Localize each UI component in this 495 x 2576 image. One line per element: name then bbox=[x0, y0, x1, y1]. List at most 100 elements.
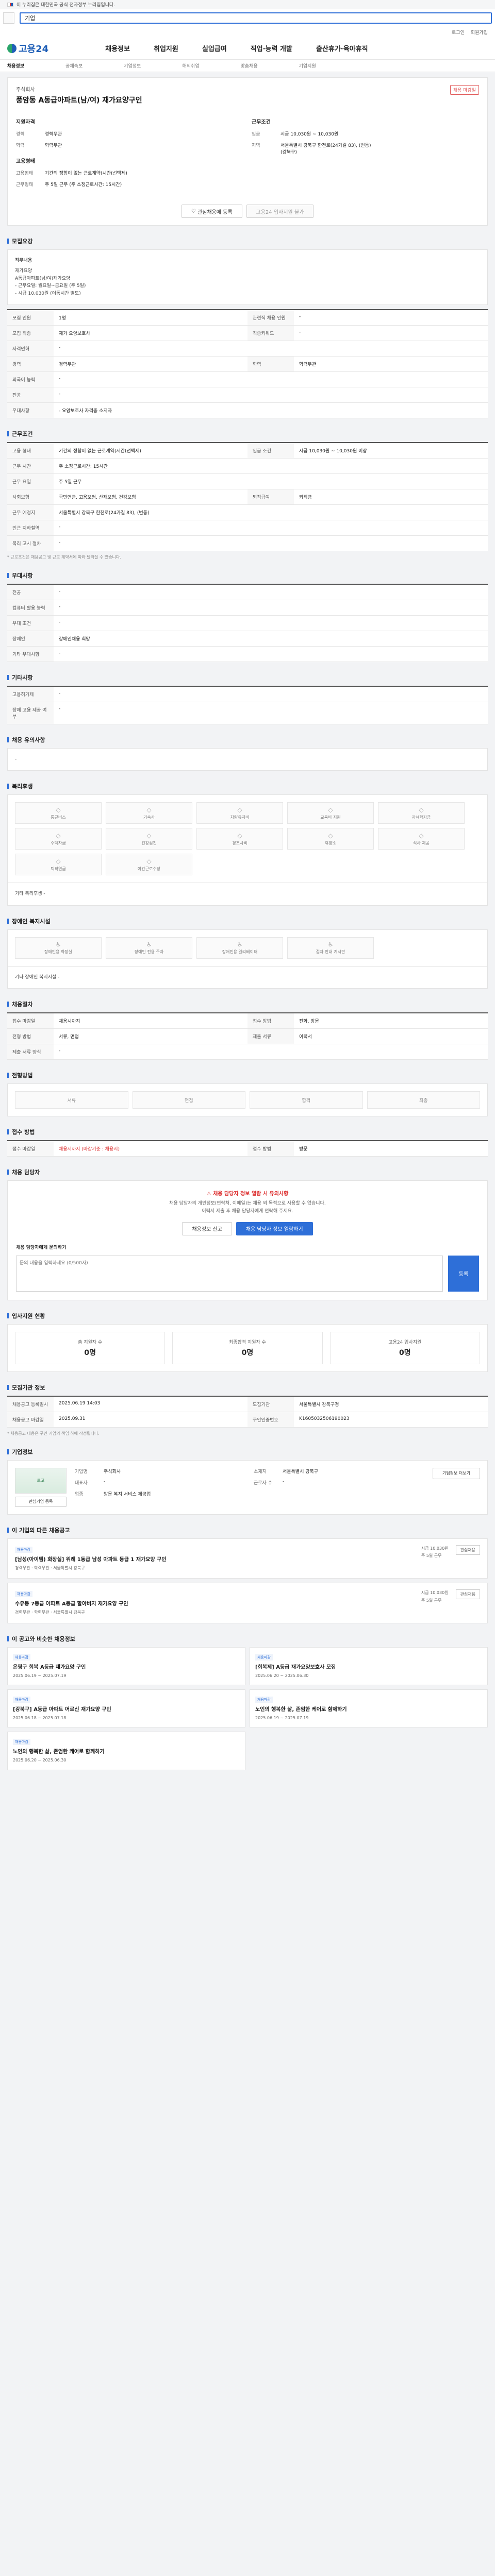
section-title-other: 기타사항 bbox=[7, 673, 488, 682]
same-company-list: 채용마감 [남성(아이템) 화장실] 위례 1동급 남성 아파트 등급 1 재가요… bbox=[7, 1538, 488, 1623]
reco-title[interactable]: 은평구 희복 A등급 재가요양 구인 bbox=[13, 1663, 240, 1670]
welfare-extra-value: - bbox=[43, 891, 45, 897]
table-row: 모집 직종 재가 요양보호사 직종키워드 - bbox=[7, 325, 488, 341]
row-label: 제출 서류 bbox=[248, 1029, 294, 1044]
reco-tag: 채용마감 bbox=[13, 1696, 30, 1703]
inquiry-send-button[interactable]: 등록 bbox=[448, 1255, 479, 1292]
table-row: 전공 - bbox=[7, 584, 488, 600]
subnav-item-custom[interactable]: 맞춤채용 bbox=[241, 62, 258, 69]
reco-meta: 2025.06.19 ~ 2025.07.19 bbox=[255, 1715, 309, 1720]
disability-extra: 기타 장애인 복지시설 - bbox=[7, 966, 488, 989]
gnb-item-jobs[interactable]: 채용정보 bbox=[105, 43, 130, 53]
conditions-note: * 근로조건은 채용공고 및 근로 계약서에 따라 달라질 수 있습니다. bbox=[7, 554, 121, 560]
site-logo[interactable]: 고용24 bbox=[7, 42, 48, 55]
reco-title[interactable]: [강북구] A등급 아파트 어르신 재가요양 구인 bbox=[13, 1705, 240, 1713]
benefit-label: 점자 안내 게시판 bbox=[316, 950, 345, 955]
reco-item[interactable]: 채용마감 노인의 행복한 삶, 존엄한 케어로 함께하기 2025.06.20 ~ … bbox=[7, 1732, 245, 1770]
row-label: 모집 직종 bbox=[7, 325, 54, 341]
report-button[interactable]: 채용정보 신고 bbox=[182, 1222, 232, 1235]
search-input[interactable]: 기업 bbox=[20, 12, 492, 24]
reco-item[interactable]: 채용마감 [희복제] A등급 재가요양보호사 모집 2025.06.20 ~ 202… bbox=[250, 1647, 488, 1685]
benefit-icon: ◇ bbox=[237, 806, 242, 814]
like-job-button[interactable]: ♡ 관심채용에 등록 bbox=[181, 205, 242, 218]
subnav-item-jobs[interactable]: 채용정보 bbox=[7, 62, 24, 69]
subnav-item-company[interactable]: 기업정보 bbox=[124, 62, 141, 69]
gnb-item-leave[interactable]: 출산휴가·육아휴직 bbox=[316, 43, 368, 53]
benefit-item: ◇ 휴양소 bbox=[287, 828, 374, 850]
signup-link[interactable]: 회원가입 bbox=[471, 29, 488, 36]
kv-key: 고용형태 bbox=[16, 171, 34, 176]
view-contact-button[interactable]: 채용 담당자 정보 열람하기 bbox=[236, 1222, 313, 1235]
gnb-item-benefit[interactable]: 실업급여 bbox=[202, 43, 227, 53]
login-link[interactable]: 로그인 bbox=[452, 29, 465, 36]
warning-icon: ⚠ bbox=[206, 1191, 213, 1197]
like-job-button[interactable]: 관심채용 bbox=[455, 1545, 480, 1555]
benefit-icon: ◇ bbox=[419, 806, 424, 814]
row-value: K1605032506190023 bbox=[299, 1416, 350, 1421]
table-row: 컴퓨터 활용 능력 - bbox=[7, 600, 488, 616]
row-value: 경력무관 bbox=[59, 362, 76, 367]
table-row: 모집 인원 1명 관련직 채용 인원 - bbox=[7, 310, 488, 326]
subnav-item-corp-support[interactable]: 기업지원 bbox=[299, 62, 316, 69]
row-value: - bbox=[59, 588, 61, 594]
like-company-button[interactable]: 관심기업 등록 bbox=[15, 1496, 67, 1507]
list-item[interactable]: 채용마감 수유동 7동급 아파트 A동급 할아버지 재가요양 구인 경력무관 · 학… bbox=[7, 1583, 488, 1623]
kv-key: 경력 bbox=[16, 132, 25, 137]
row-value: 시급 10,030원 ~ 10,030원 이상 bbox=[299, 448, 367, 454]
apply-box: ⚠ 채용 담당자 정보 열람 시 유의사항 채용 담당자의 개인정보(연락처, … bbox=[7, 1180, 488, 1300]
th: 접수 마감일 bbox=[7, 1141, 54, 1157]
kv-key: 소재지 bbox=[253, 1469, 267, 1475]
reco-title[interactable]: 노인의 행복한 삶, 존엄한 케어로 함께하기 bbox=[13, 1747, 240, 1755]
row-label: 고용허가제 bbox=[7, 686, 54, 702]
section-title-info: 모집기관 정보 bbox=[7, 1383, 488, 1392]
list-pay: 시급 10,030원 bbox=[421, 1546, 449, 1551]
apply-line: 이력서 제출 후 채용 담당자에게 연락해 주세요. bbox=[202, 1209, 293, 1214]
reco-title[interactable]: [희복제] A등급 재가요양보호사 모집 bbox=[255, 1663, 482, 1670]
site-header: 고용24 채용정보 취업지원 실업급여 직업·능력 개발 출산휴가·육아휴직 bbox=[0, 37, 495, 60]
benefit-item: ♿ 점자 안내 게시판 bbox=[287, 937, 374, 959]
top-search-bar: 기업 bbox=[0, 9, 495, 27]
benefit-icon: ◇ bbox=[328, 832, 333, 839]
reco-title[interactable]: 노인의 행복한 삶, 존엄한 케어로 함께하기 bbox=[255, 1705, 482, 1713]
row-label: 근무 시간 bbox=[7, 458, 54, 473]
reco-item[interactable]: 채용마감 [강북구] A등급 아파트 어르신 재가요양 구인 2025.06.18 … bbox=[7, 1689, 245, 1728]
menu-icon[interactable] bbox=[3, 12, 14, 24]
gov-banner-text: 이 누리집은 대한민국 공식 전자정부 누리집입니다. bbox=[16, 3, 116, 8]
apply-label: 고용24 입사지원 불가 bbox=[256, 209, 304, 215]
table-row: 장애 고용 제공 여부 - bbox=[7, 702, 488, 724]
inquiry-textarea[interactable] bbox=[16, 1255, 443, 1292]
section-title-process: 채용절차 bbox=[7, 1000, 488, 1008]
table-row: 복리 고시 절차 - bbox=[7, 535, 488, 551]
row-value: - bbox=[299, 329, 301, 335]
disability-grid: ♿ 장애인용 화장실 ♿ 장애인 전용 주차 ♿ 장애인용 엘리베이터 ♿ 점자 안내 게시판 bbox=[7, 929, 488, 967]
list-title[interactable]: [남성(아이템) 화장실] 위례 1동급 남성 아파트 등급 1 재가요양 구인 bbox=[15, 1555, 167, 1563]
global-nav: 채용정보 취업지원 실업급여 직업·능력 개발 출산휴가·육아휴직 bbox=[105, 43, 368, 53]
like-job-button[interactable]: 관심채용 bbox=[455, 1589, 480, 1600]
kv-value-sub: (강북구) bbox=[280, 150, 297, 155]
step-item: 최종 bbox=[367, 1091, 480, 1109]
row-label: 직종키워드 bbox=[248, 325, 294, 341]
benefit-item: ◇ 교육비 지원 bbox=[287, 802, 374, 824]
subnav-item-overseas[interactable]: 해외취업 bbox=[182, 62, 199, 69]
row-value: - bbox=[59, 650, 61, 656]
table-row: 사회보험 국민연금, 고용보험, 산재보험, 건강보험 퇴직급여 퇴직금 bbox=[7, 489, 488, 505]
reco-item[interactable]: 채용마감 노인의 행복한 삶, 존엄한 케어로 함께하기 2025.06.19 ~ … bbox=[250, 1689, 488, 1728]
row-label: 전형 방법 bbox=[7, 1029, 54, 1044]
row-label: 학력 bbox=[248, 356, 294, 371]
row-label: 구인인증번호 bbox=[248, 1412, 294, 1427]
benefit-icon: ◇ bbox=[146, 832, 152, 839]
like-company-label: 관심기업 등록 bbox=[28, 1499, 53, 1504]
company-more-button[interactable]: 기업정보 더보기 bbox=[432, 1467, 480, 1479]
benefit-item: ◇ 야간근로수당 bbox=[106, 854, 192, 876]
section-title-reco: 이 공고와 비슷한 채용정보 bbox=[7, 1635, 488, 1643]
list-item[interactable]: 채용마감 [남성(아이템) 화장실] 위례 1동급 남성 아파트 등급 1 재가요… bbox=[7, 1538, 488, 1579]
reco-item[interactable]: 채용마감 은평구 희복 A등급 재가요양 구인 2025.06.19 ~ 2025.… bbox=[7, 1647, 245, 1685]
row-value: 2025.06.19 14:03 bbox=[59, 1400, 101, 1406]
gnb-item-training[interactable]: 직업·능력 개발 bbox=[251, 43, 292, 53]
apply-button[interactable]: 고용24 입사지원 불가 bbox=[246, 205, 314, 218]
gnb-item-support[interactable]: 취업지원 bbox=[154, 43, 178, 53]
benefit-item: ◇ 자녀학자금 bbox=[378, 802, 465, 824]
benefit-icon: ◇ bbox=[146, 857, 152, 865]
list-title[interactable]: 수유동 7동급 아파트 A동급 할아버지 재가요양 구인 bbox=[15, 1599, 128, 1607]
subnav-item-news[interactable]: 공채속보 bbox=[65, 62, 82, 69]
